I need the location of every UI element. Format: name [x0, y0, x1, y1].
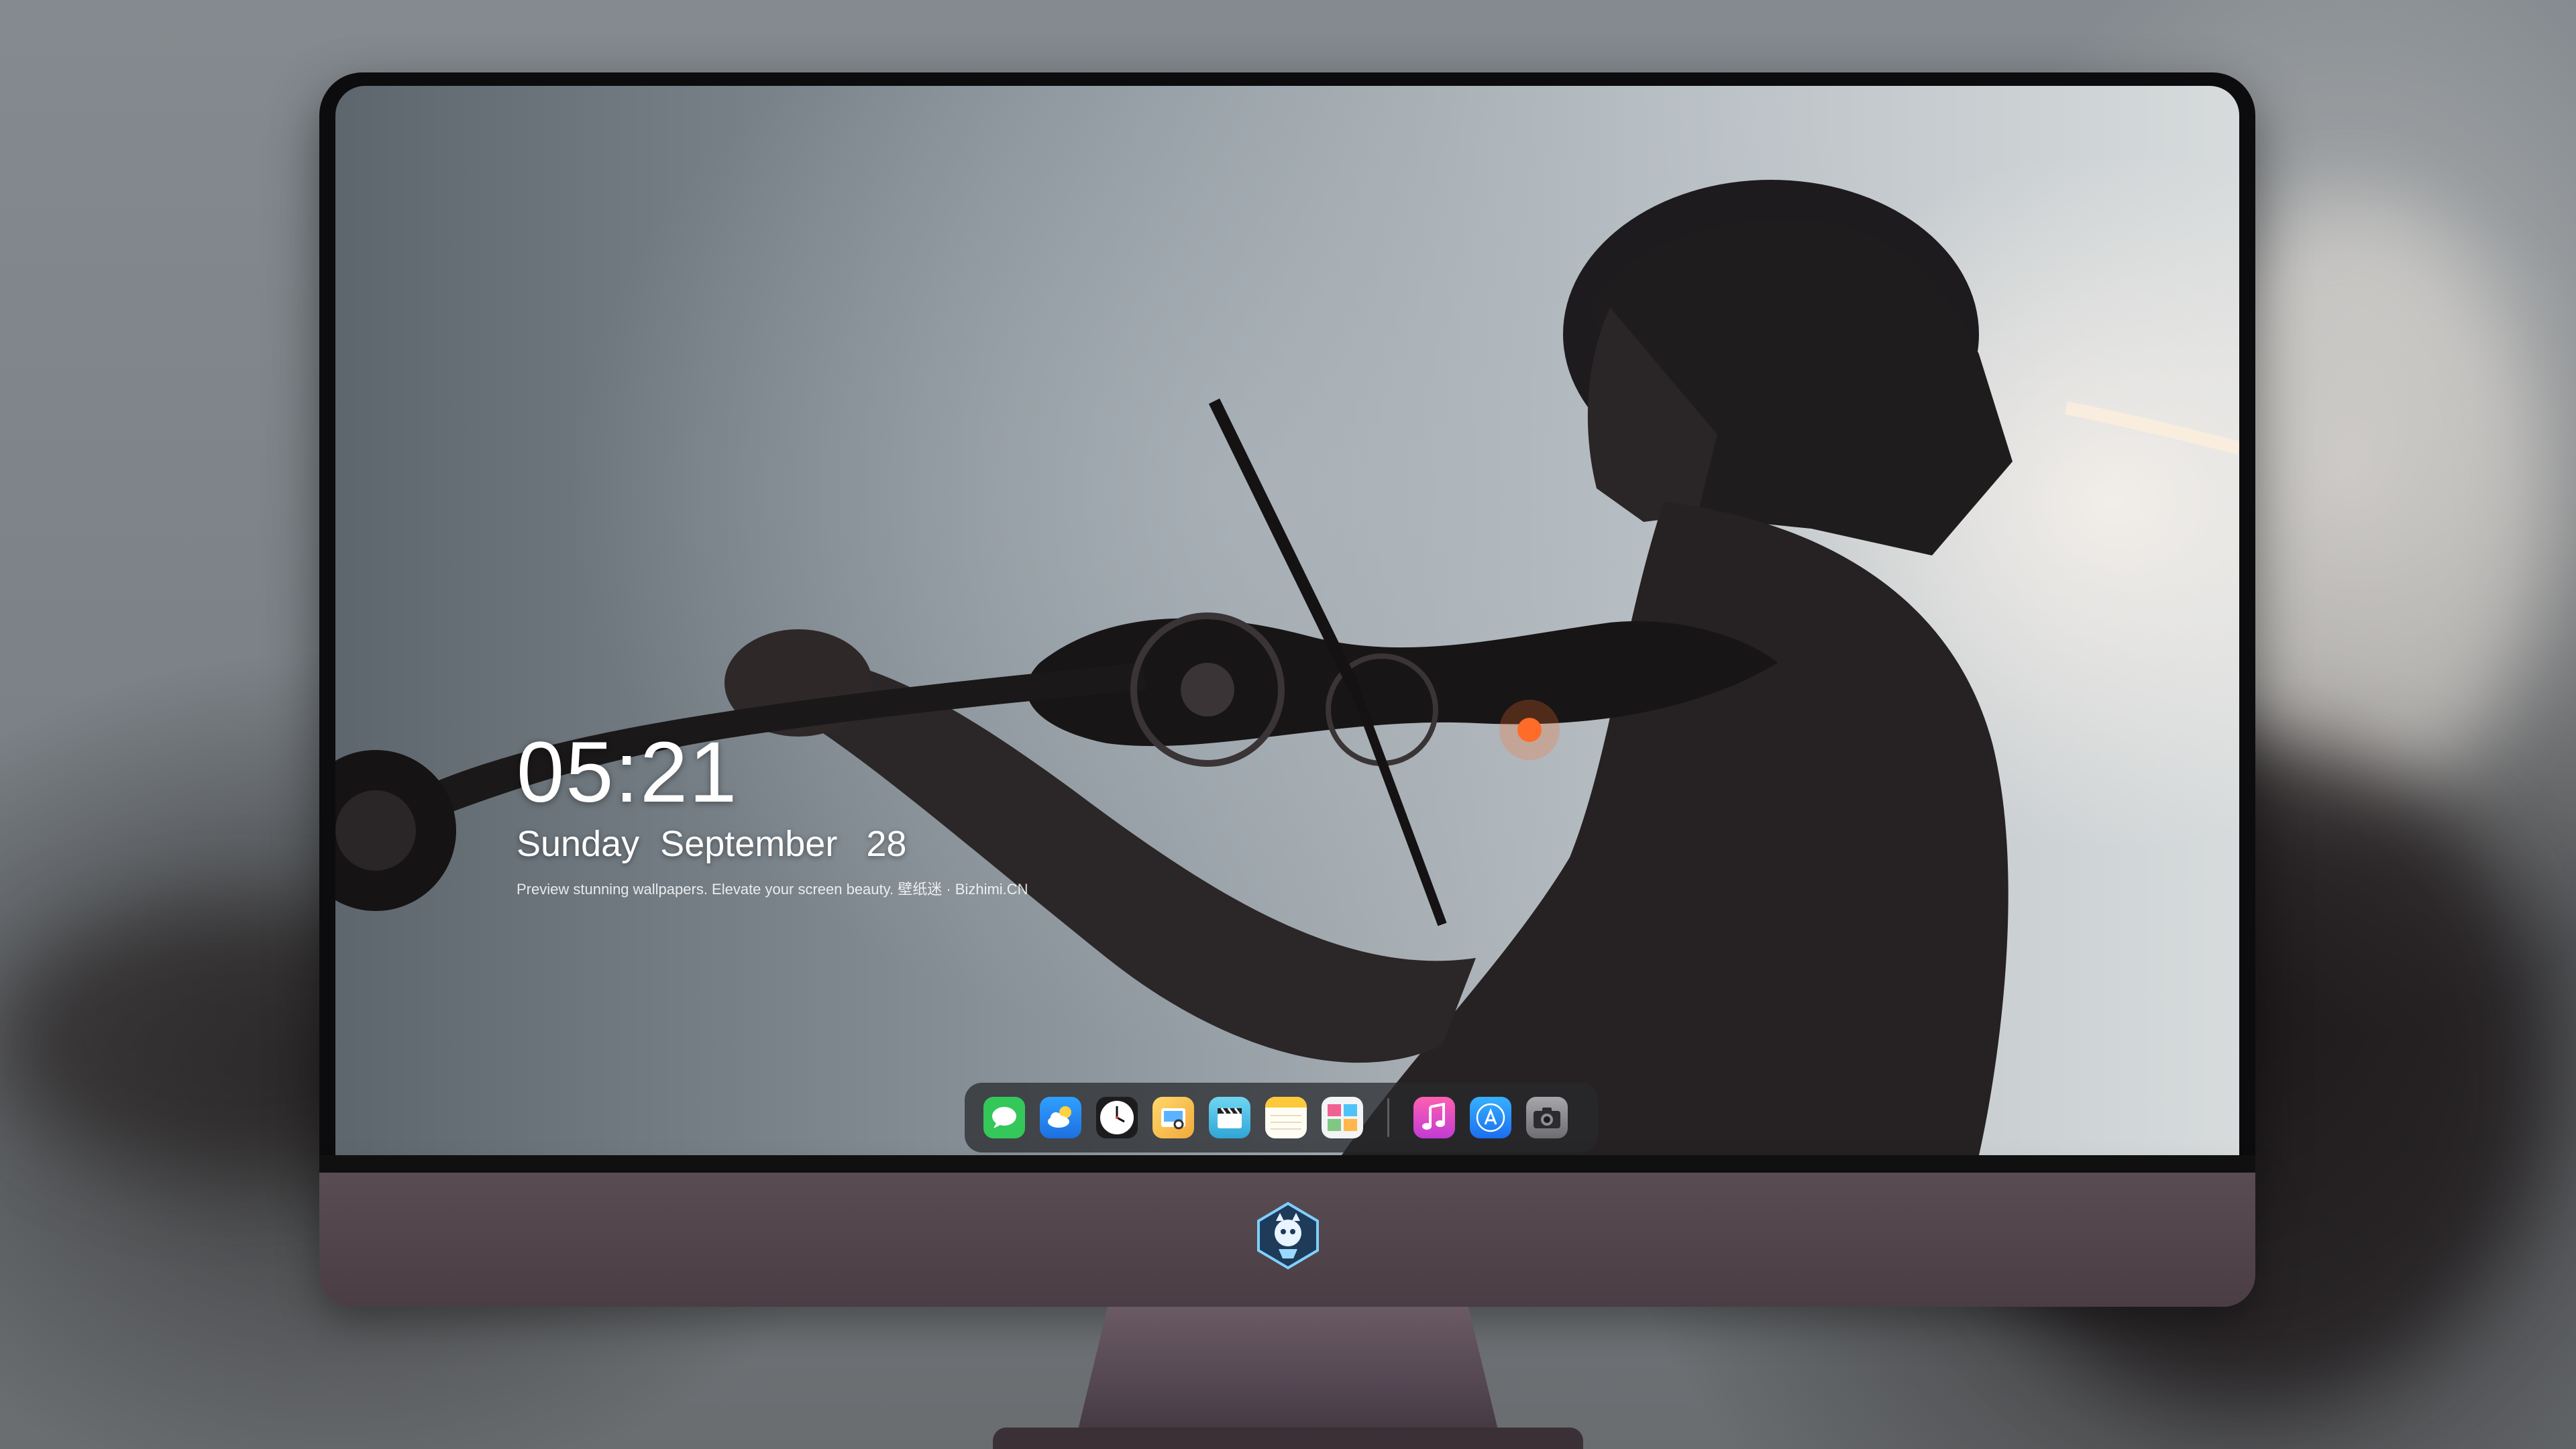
lockscreen-month: September — [660, 824, 838, 864]
app-store-icon[interactable] — [1470, 1097, 1511, 1138]
dock-separator — [1387, 1098, 1389, 1137]
lockscreen-date: Sunday September 28 — [517, 822, 1028, 865]
dock — [965, 1083, 1598, 1152]
photos-viewer-icon[interactable] — [1152, 1097, 1194, 1138]
clock-icon[interactable] — [1096, 1097, 1138, 1138]
wallpaper-violinist — [335, 180, 2239, 1155]
chat-bubble-icon[interactable] — [983, 1097, 1025, 1138]
cloud-sun-icon[interactable] — [1040, 1097, 1081, 1138]
background: 05:21 Sunday September 28 Preview stunni… — [0, 0, 2576, 1449]
notes-icon[interactable] — [1265, 1097, 1307, 1138]
brand-logo-icon — [1257, 1201, 1319, 1270]
monitor-screen: 05:21 Sunday September 28 Preview stunni… — [335, 86, 2239, 1155]
monitor-stand-base — [993, 1428, 1583, 1449]
lockscreen-tagline: Preview stunning wallpapers. Elevate you… — [517, 881, 1028, 898]
lockscreen-clock: 05:21 — [517, 724, 739, 820]
lockscreen-weekday: Sunday — [517, 824, 640, 864]
lockscreen-info: 05:21 Sunday September 28 Preview stunni… — [517, 730, 1028, 899]
monitor-bottom-bezel — [319, 1155, 2255, 1173]
lockscreen-day: 28 — [866, 824, 907, 864]
photo-grid-icon[interactable] — [1322, 1097, 1363, 1138]
camera-icon[interactable] — [1526, 1097, 1568, 1138]
clapperboard-icon[interactable] — [1209, 1097, 1250, 1138]
music-note-icon[interactable] — [1413, 1097, 1455, 1138]
